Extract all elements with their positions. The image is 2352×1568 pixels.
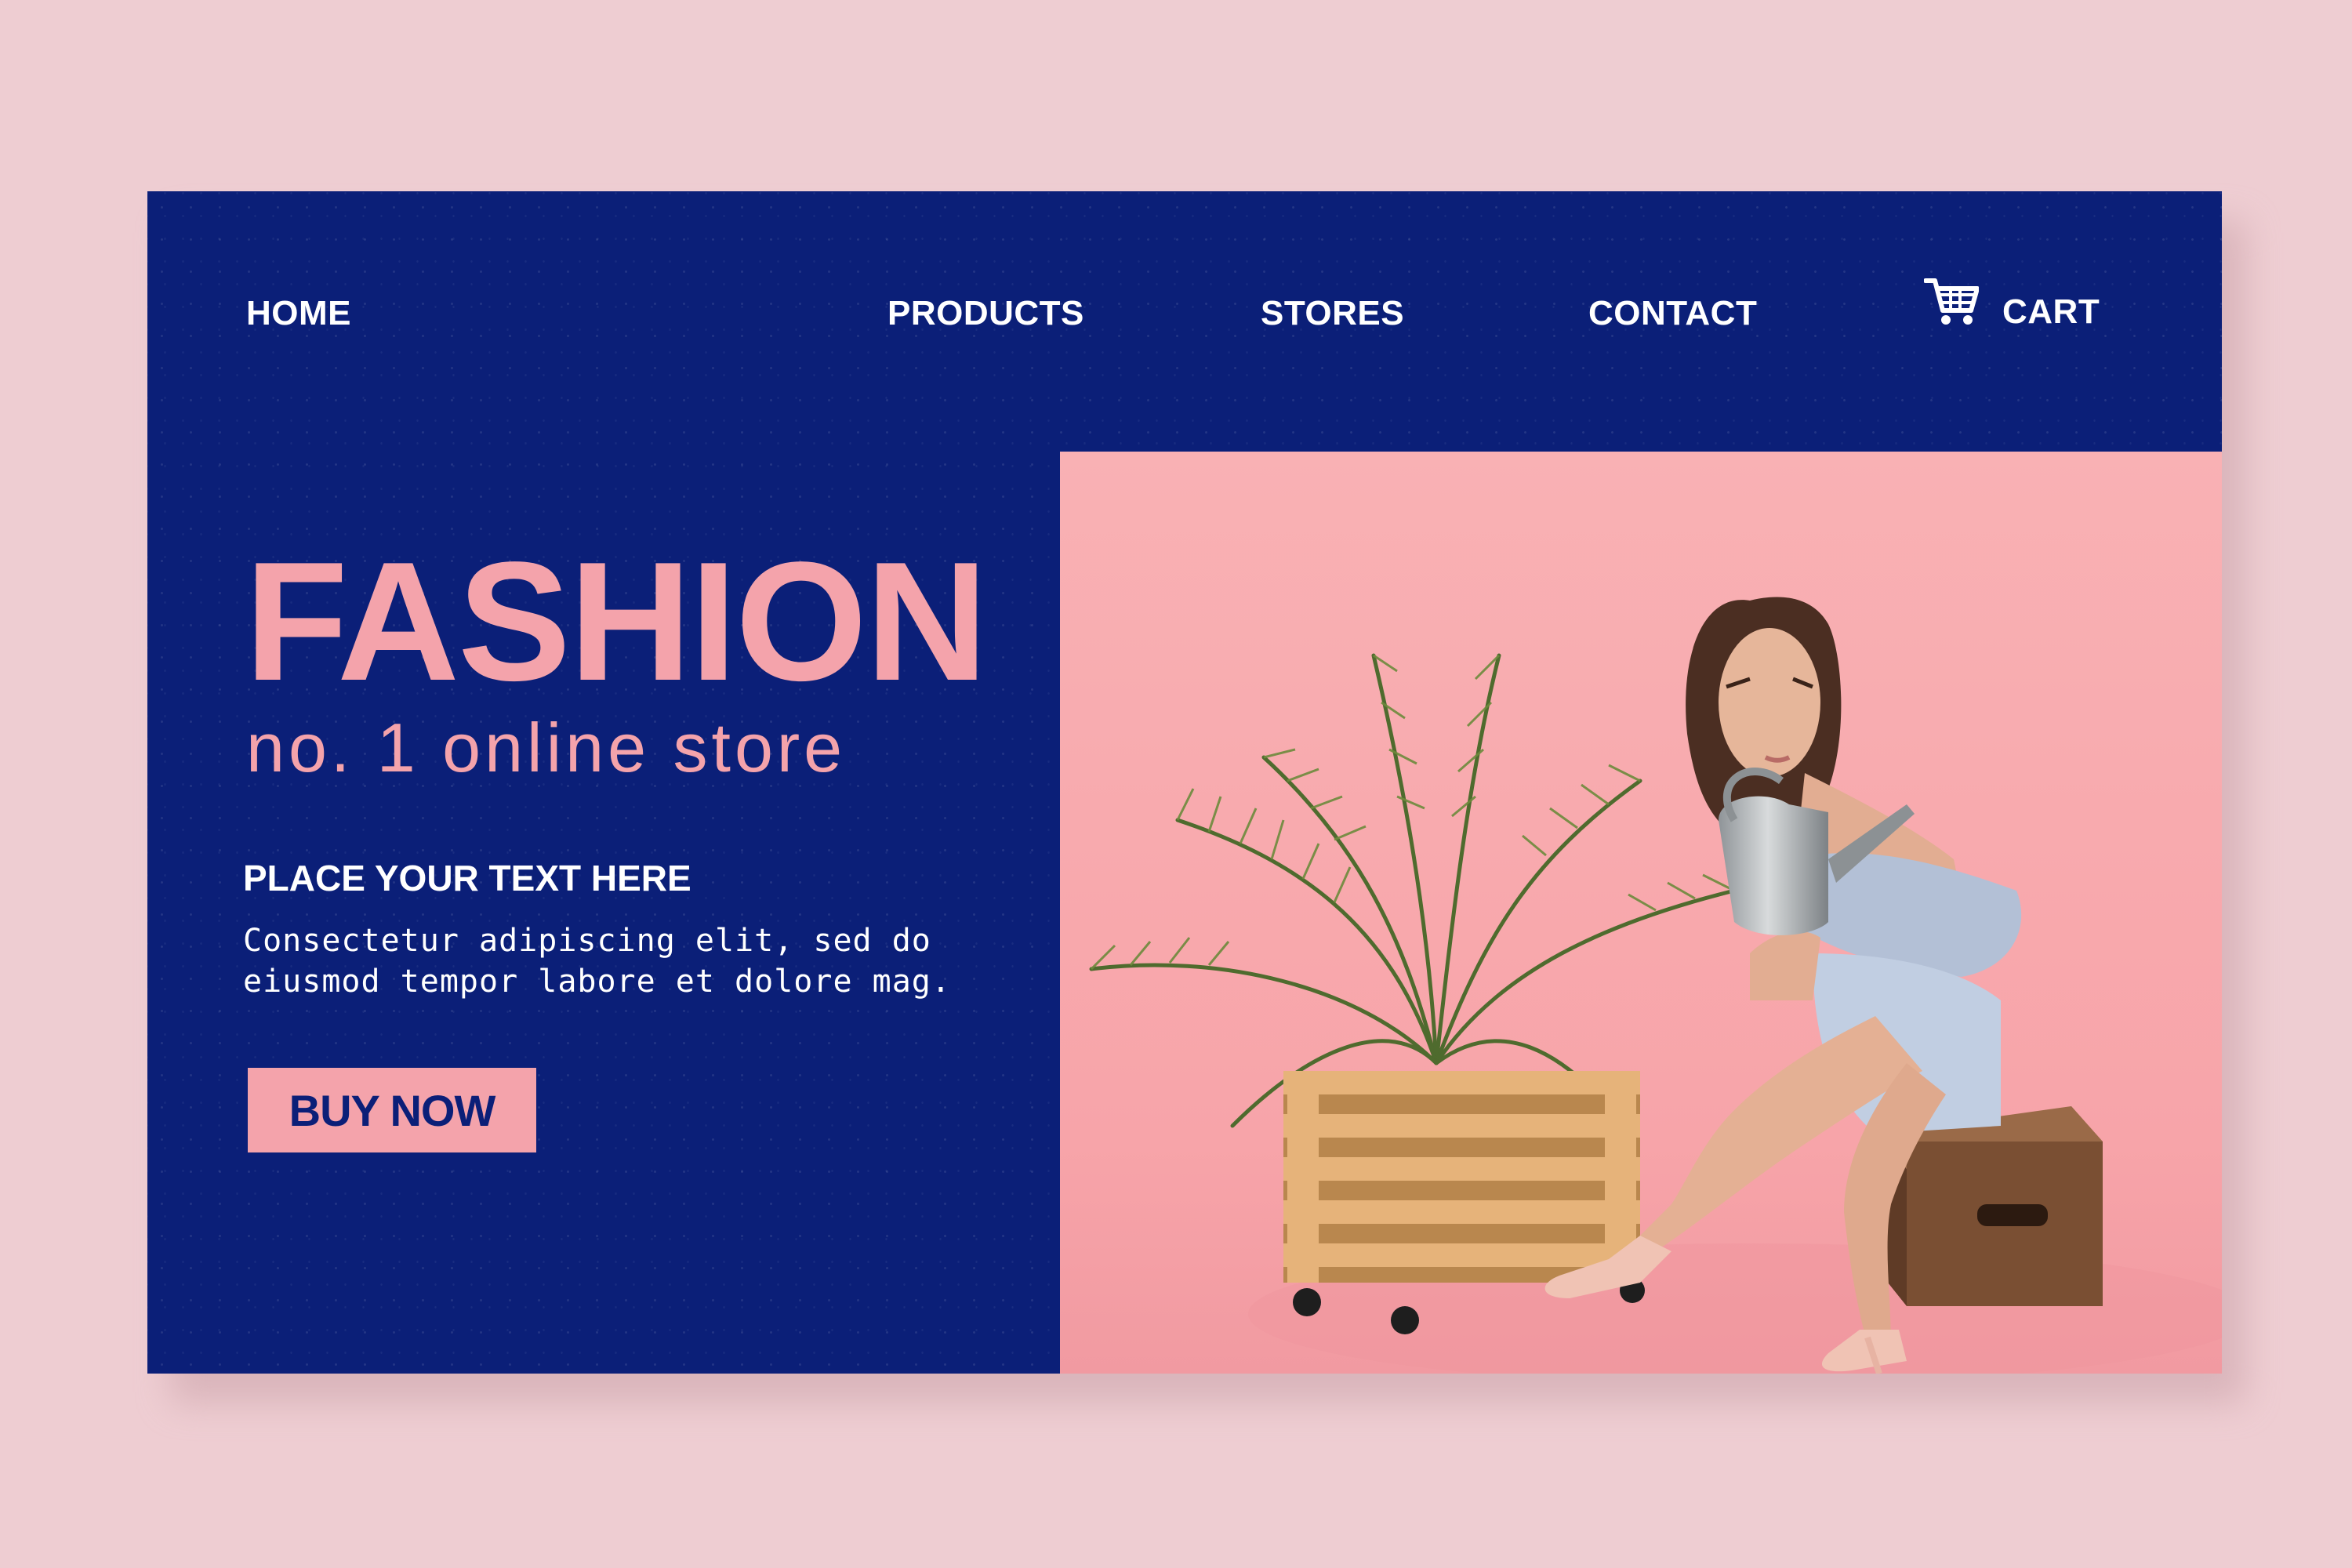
hero-body-line: Consectetur adipiscing elit, sed do (243, 923, 931, 959)
hero-body-line: eiusmod tempor labore et dolore mag. (243, 964, 951, 1000)
buy-now-button[interactable]: BUY NOW (248, 1068, 536, 1152)
nav-products-link[interactable]: PRODUCTS (887, 292, 1084, 336)
cart-icon (1923, 276, 1980, 348)
hero-subtitle: no. 1 online store (246, 709, 847, 786)
hero-title: FASHION (245, 526, 988, 716)
nav-cart-link[interactable]: CART (1923, 276, 2100, 348)
nav-home-link[interactable]: HOME (246, 292, 351, 336)
nav-stores-link[interactable]: STORES (1261, 292, 1404, 336)
nav-contact-link[interactable]: CONTACT (1588, 292, 1757, 336)
landing-page-card: HOME PRODUCTS STORES CONTACT CART FASHIO… (147, 191, 2222, 1374)
hero-body-text: Consectetur adipiscing elit, sed do eius… (243, 920, 1011, 1002)
cart-label: CART (2002, 292, 2100, 331)
model-with-plant-image (1060, 452, 2222, 1374)
hero-photo (1060, 452, 2222, 1374)
hero-heading: PLACE YOUR TEXT HERE (243, 858, 691, 898)
